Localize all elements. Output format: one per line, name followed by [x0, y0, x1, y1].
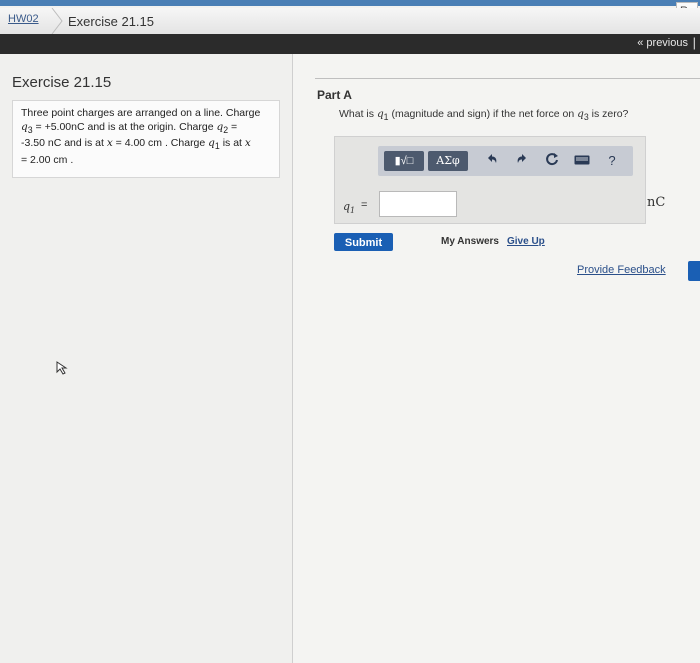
answer-label-subscript: 1 [350, 206, 356, 216]
q1-symbol: q [376, 108, 384, 120]
exercise-heading: Exercise 21.15 [12, 74, 112, 91]
previous-link[interactable]: « previous [637, 37, 688, 49]
x-symbol: x [244, 137, 251, 150]
undo-icon [488, 154, 497, 163]
left-panel: Exercise 21.15 Three point charges are a… [0, 54, 293, 663]
help-button[interactable]: ? [600, 151, 624, 171]
breadcrumb-separator-icon [51, 8, 63, 34]
submit-button[interactable]: Submit [334, 233, 393, 251]
answer-label: q1 [343, 200, 355, 215]
problem-text: = +5.00nC and is at the origin. Charge [32, 120, 217, 133]
problem-text: = 2.00 cm . [21, 153, 74, 166]
answer-label-symbol: q [343, 200, 351, 213]
keyboard-icon[interactable] [570, 151, 594, 171]
divider [315, 78, 700, 79]
problem-text: is at [219, 137, 245, 150]
part-title: Part A [317, 88, 352, 102]
reset-icon [546, 153, 558, 166]
unit-label: nC [647, 195, 666, 210]
my-answers-label: My Answers [441, 236, 499, 247]
top-accent-bar [0, 0, 700, 6]
redo-icon [517, 154, 526, 163]
problem-text: -3.50 nC and is at [21, 137, 107, 150]
problem-text: = [228, 120, 238, 133]
equals-sign: = [361, 199, 368, 211]
answer-input[interactable] [379, 191, 457, 217]
undo-icon[interactable] [480, 151, 504, 171]
greek-symbols-button[interactable]: ΑΣφ [428, 151, 468, 171]
question-part: is zero? [588, 108, 629, 120]
problem-text: = 4.00 cm . Charge [112, 137, 209, 150]
problem-text: Three point charges are arranged on a li… [21, 107, 261, 119]
question-part: What is [339, 108, 377, 120]
reset-icon[interactable] [540, 151, 564, 171]
nav-divider: | [692, 35, 696, 50]
redo-icon[interactable] [510, 151, 534, 171]
breadcrumb: HW02 Exercise 21.15 [0, 8, 700, 35]
give-up-link[interactable]: Give Up [507, 236, 545, 247]
breadcrumb-exercise: Exercise 21.15 [68, 14, 154, 29]
q3-symbol: q [577, 108, 584, 120]
mouse-cursor-icon [56, 361, 68, 375]
provide-feedback-link[interactable]: Provide Feedback [577, 264, 666, 276]
breadcrumb-assignment-link[interactable]: HW02 [8, 13, 39, 25]
keyboard-icon [574, 155, 590, 165]
templates-button[interactable]: ▮√□ [384, 151, 424, 171]
navigation-bar: « previous | [0, 34, 700, 54]
right-panel: Part A What is q1 (magnitude and sign) i… [293, 54, 700, 663]
problem-statement: Three point charges are arranged on a li… [12, 100, 280, 178]
q1-symbol: q [208, 137, 215, 150]
question-part: (magnitude and sign) if the net force on [388, 108, 578, 120]
question-text: What is q1 (magnitude and sign) if the n… [339, 108, 628, 122]
math-toolbar: ▮√□ ΑΣφ ? [378, 146, 633, 176]
q3-symbol: q [21, 120, 28, 133]
continue-button[interactable] [688, 261, 700, 281]
